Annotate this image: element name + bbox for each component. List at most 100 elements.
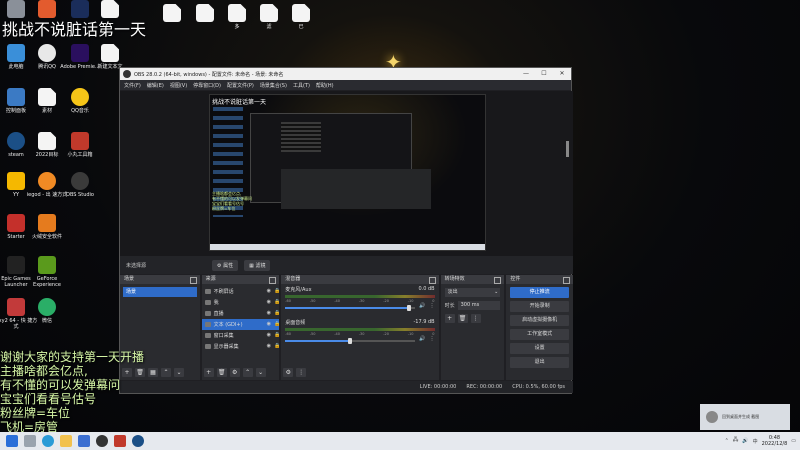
volume-slider[interactable] [285,337,416,344]
close-icon[interactable]: ✕ [553,68,571,80]
menu-tools[interactable]: 工具(T) [293,82,310,89]
source-item[interactable]: 显示器采集 ◉ 🔒 [202,341,281,352]
exit-button[interactable]: 退出 [510,357,570,368]
volume-icon[interactable]: 🔊 [742,438,748,444]
mixer-more-button[interactable]: ⋮ [296,368,307,377]
transition-more-button[interactable]: ⋮ [470,314,481,323]
volume-slider[interactable] [285,304,416,311]
start-recording-button[interactable]: 开始录制 [510,301,570,312]
desktop-file-icon[interactable]: 已 [279,4,323,30]
sources-dock-title: 来源 [201,275,280,284]
source-item[interactable]: 直播 ◉ 🔒 [202,308,281,319]
notification-icon [706,411,718,423]
remove-transition-button[interactable]: 🗑 [457,314,468,323]
add-source-button[interactable]: + [203,368,214,377]
preview-caption: 挑战不说脏话第一天 [212,99,267,106]
menu-edit[interactable]: 编辑(E) [147,82,164,89]
lock-icon[interactable]: 🔒 [274,311,280,316]
file-explorer-icon[interactable] [60,435,72,447]
network-icon[interactable]: 🖧 [733,437,739,445]
source-label: 文本 (GDI+) [213,322,243,328]
lock-icon[interactable]: 🔒 [274,322,280,327]
desktop-icon-geforce[interactable]: GeForce Experience [25,256,69,288]
clock[interactable]: 0:48 2022/12/8 [762,435,788,447]
eye-icon[interactable]: ◉ [266,322,271,327]
dock-undock-icon[interactable] [428,277,436,284]
scene-filter-button[interactable]: ▦ [148,368,158,377]
lock-icon[interactable]: 🔒 [274,289,280,294]
duration-input[interactable]: 300 ms [457,301,501,310]
app-taskbar-icon[interactable] [114,435,126,447]
menu-docks[interactable]: 停靠窗口(D) [193,82,221,89]
rec-status: REC: 00:00:00 [466,384,503,390]
dock-undock-icon[interactable] [563,277,571,284]
lock-icon[interactable]: 🔒 [274,344,280,349]
move-up-button[interactable]: ⌃ [242,368,253,377]
channel-name: 麦克风/Aux [285,287,312,293]
source-item[interactable]: 我 ◉ 🔒 [202,297,281,308]
obs-taskbar-icon[interactable] [96,435,108,447]
scene-item[interactable]: 场景 [123,287,197,297]
studio-mode-button[interactable]: 工作室模式 [510,329,570,340]
desktop-icon-qq-music[interactable]: QQ音乐 [58,88,102,114]
menu-help[interactable]: 帮助(H) [316,82,334,89]
lock-icon[interactable]: 🔒 [274,300,280,305]
eye-icon[interactable]: ◉ [266,344,271,349]
preview-scrollbar[interactable] [566,141,569,157]
move-down-button[interactable]: ⌄ [174,368,184,377]
desktop-icon-wechat[interactable]: 微信 [25,298,69,324]
menu-file[interactable]: 文件(F) [124,82,141,89]
eye-icon[interactable]: ◉ [266,289,271,294]
source-type-icon [204,322,211,327]
maximize-icon[interactable]: ☐ [535,68,553,80]
add-transition-button[interactable]: + [444,314,455,323]
desktop-icon-toolbox[interactable]: 小丸工具箱 [58,132,102,158]
transition-select[interactable]: 淡出 ⌄ [444,288,501,297]
eye-icon[interactable]: ◉ [266,300,271,305]
store-icon[interactable] [78,435,90,447]
menu-view[interactable]: 视图(V) [170,82,187,89]
desktop-icon-huorong[interactable]: 火绒安全软件 [25,214,69,240]
search-icon[interactable] [24,435,36,447]
system-tray: ⌃ 🖧 🔊 中 0:48 2022/12/8 ▭ [725,432,796,450]
source-item[interactable]: 窗口采集 ◉ 🔒 [202,330,281,341]
start-virtual-camera-button[interactable]: 启动虚拟摄像机 [510,315,570,326]
move-up-button[interactable]: ⌃ [161,368,171,377]
menu-profile[interactable]: 配置文件(P) [227,82,254,89]
notification-toast[interactable]: 回到桌面并生成 截图 [700,404,790,430]
settings-button[interactable]: 设置 [510,343,570,354]
stop-streaming-button[interactable]: 停止推流 [510,287,570,298]
properties-button[interactable]: ⚙ 属性 [212,259,239,271]
menu-scene-collection[interactable]: 场景集合(S) [260,82,287,89]
source-item-selected[interactable]: 文本 (GDI+) ◉ 🔒 [201,319,281,330]
filters-button[interactable]: ▦ 滤镜 [244,259,271,271]
start-icon[interactable] [6,435,18,447]
eye-icon[interactable]: ◉ [266,311,271,316]
source-item[interactable]: 不刷屏话 ◉ 🔒 [202,286,281,297]
notification-center-icon[interactable]: ▭ [791,438,796,444]
speaker-icon[interactable]: 🔊 [419,303,425,309]
eye-icon[interactable]: ◉ [266,333,271,338]
preview-canvas[interactable]: 挑战不说脏话第一天 主播啥都会亿点, 有不懂的可以发弹幕问 宝宝们看看号估号 粉丝牌=… [209,94,486,251]
chevron-up-icon[interactable]: ⌃ [725,438,729,444]
dock-undock-icon[interactable] [269,277,277,284]
steam-taskbar-icon[interactable] [132,435,144,447]
ime-icon[interactable]: 中 [753,438,758,445]
more-icon[interactable]: ⋮ [430,336,435,342]
more-icon[interactable]: ⋮ [430,303,435,309]
move-down-button[interactable]: ⌄ [255,368,266,377]
source-settings-button[interactable]: ⚙ [229,368,240,377]
obs-titlebar[interactable]: OBS 28.0.2 (64-bit, windows) - 配置文件: 未命名… [120,68,571,80]
remove-source-button[interactable]: 🗑 [216,368,227,377]
desktop-icon-obs[interactable]: OBS Studio [58,172,102,198]
edge-icon[interactable] [42,435,54,447]
mixer-settings-button[interactable]: ⚙ [283,368,294,377]
controls-dock: 控件 停止推流 开始录制 启动虚拟摄像机 工作室模式 设置 退出 [506,275,574,380]
speaker-icon[interactable]: 🔊 [419,336,425,342]
transitions-dock: 转场特效 淡出 ⌄ 时长 300 ms + 🗑 ⋮ [440,275,505,380]
dock-undock-icon[interactable] [189,277,197,284]
obs-window[interactable]: OBS 28.0.2 (64-bit, windows) - 配置文件: 未命名… [119,67,574,394]
minimize-icon[interactable]: — [517,68,535,80]
lock-icon[interactable]: 🔒 [274,333,280,338]
dock-undock-icon[interactable] [494,277,502,284]
